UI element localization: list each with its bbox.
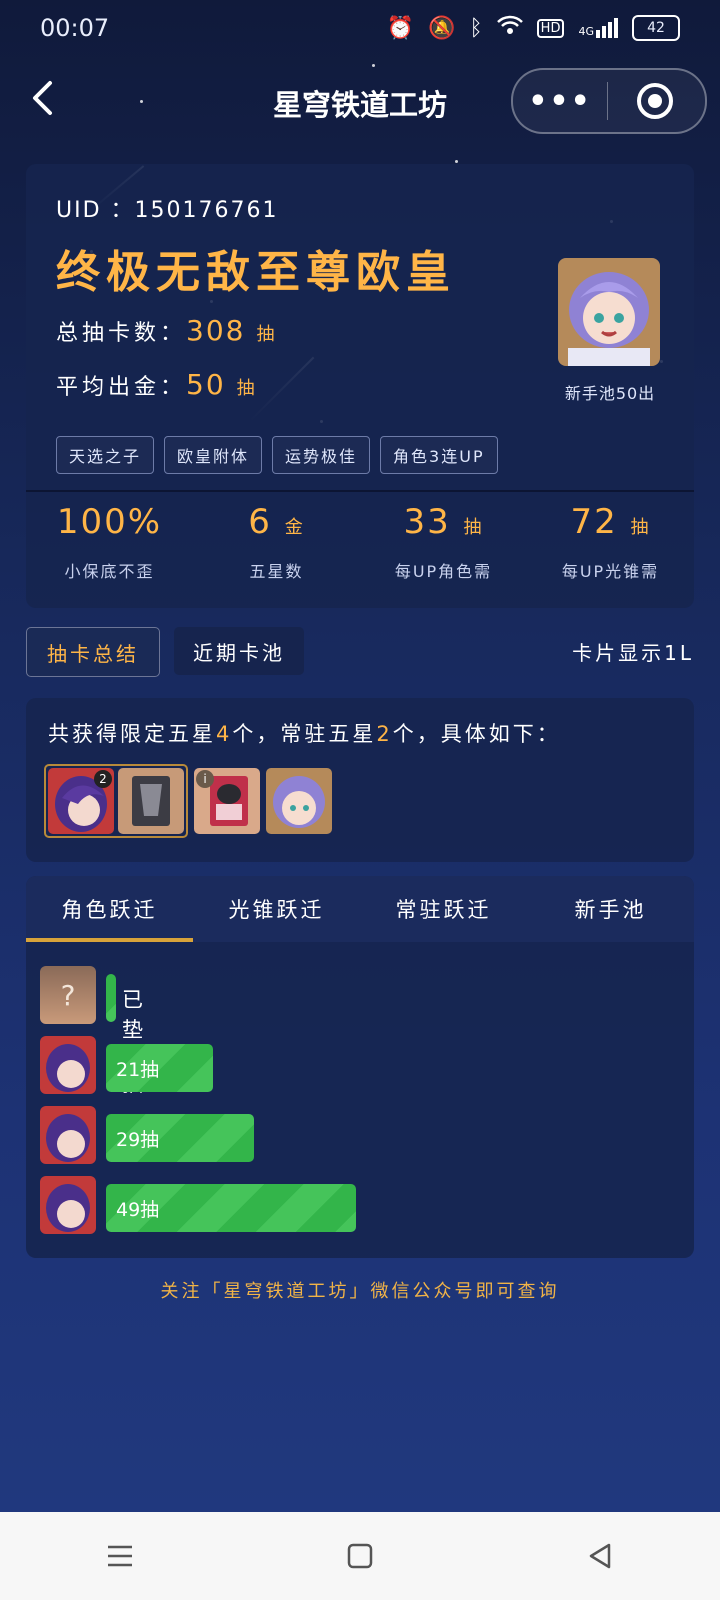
metric-unit: 抽	[463, 517, 484, 538]
home-icon	[347, 1543, 373, 1569]
menu-button[interactable]	[80, 1526, 160, 1586]
battery-level: 42	[647, 20, 665, 36]
home-button[interactable]	[320, 1526, 400, 1586]
card-divider	[26, 490, 694, 492]
pool-tab-bar: 角色跃迁 光锥跃迁 常驻跃迁 新手池	[26, 876, 694, 942]
avg-gold: 平均出金：50 抽	[56, 368, 259, 401]
total-pulls-label: 总抽卡数：	[56, 321, 187, 346]
limited-count: 4	[216, 722, 233, 746]
five-star-summary-card: 共获得限定五星4个，常驻五星2个，具体如下： 2 i	[26, 698, 694, 862]
recent-pools-button[interactable]: 近期卡池	[174, 627, 304, 675]
uid-label: UID ：	[56, 198, 135, 223]
summary-suffix: 个，具体如下：	[392, 722, 561, 746]
bluetooth-icon: ᛒ	[469, 15, 483, 41]
metric-value: 33	[403, 502, 451, 542]
avg-gold-unit: 抽	[236, 378, 259, 399]
pity-label: 49抽	[116, 1198, 160, 1221]
five-star-icons: 2 i	[44, 764, 332, 838]
clock: 00:07	[40, 14, 110, 42]
character-avatar	[40, 1176, 96, 1234]
standard-light-cone-thumbnail[interactable]: i	[194, 768, 260, 834]
pity-bar	[106, 974, 116, 1022]
view-switch-row: 抽卡总结 近期卡池 卡片显示1L	[26, 627, 694, 677]
summary-prefix: 共获得限定五星	[48, 722, 216, 746]
unknown-mark: ?	[60, 978, 76, 1012]
uid-text: UID ：150176761	[56, 192, 279, 224]
title-bar: 星穹铁道工坊 •••	[0, 64, 720, 134]
summary-tab-button[interactable]: 抽卡总结	[26, 627, 160, 677]
character-avatar	[40, 1106, 96, 1164]
metric-per-up-light-cone: 72 抽 每UP光锥需	[527, 502, 694, 582]
status-bar: 00:07 ⏰ 🔕 ᛒ HD 4G 42	[0, 0, 720, 56]
battery-icon: 42	[632, 15, 680, 41]
summary-text: 共获得限定五星4个，常驻五星2个，具体如下：	[48, 718, 561, 748]
rank-title: 终极无敌至尊欧皇	[56, 247, 456, 298]
tab-character-warp[interactable]: 角色跃迁	[26, 876, 193, 942]
uid-value: 150176761	[134, 198, 279, 223]
avg-gold-label: 平均出金：	[56, 375, 187, 400]
metric-value: 100%	[56, 502, 163, 542]
tag-3-up: 角色3连UP	[380, 436, 498, 474]
metric-label: 每UP角色需	[394, 562, 493, 581]
character-avatar	[40, 1036, 96, 1094]
avatar-caption: 新手池50出	[564, 384, 656, 403]
metric-label: 每UP光锥需	[561, 562, 660, 581]
profile-card: UID ：150176761 终极无敌至尊欧皇 总抽卡数：308 抽 平均出金：…	[26, 164, 694, 608]
mute-icon: 🔕	[428, 15, 456, 41]
light-cone-thumbnail[interactable]	[118, 768, 184, 834]
info-badge-icon: i	[196, 770, 214, 788]
wifi-icon	[496, 15, 523, 41]
standard-count: 2	[376, 722, 393, 746]
back-nav-button[interactable]	[560, 1526, 640, 1586]
metric-label: 小保底不歪	[64, 562, 155, 581]
target-icon	[637, 83, 673, 119]
pity-label: 29抽	[116, 1128, 160, 1151]
pity-bar: 29抽	[106, 1114, 254, 1162]
character-group[interactable]: 2	[44, 764, 188, 838]
avg-gold-value: 50	[186, 368, 226, 401]
metric-value: 6	[248, 502, 272, 542]
metric-unit: 抽	[630, 517, 651, 538]
metric-unit: 金	[284, 517, 305, 538]
metric-label: 五星数	[249, 562, 304, 581]
character-thumbnail[interactable]: 2	[48, 768, 114, 834]
tab-light-cone-warp[interactable]: 光锥跃迁	[193, 876, 360, 942]
alarm-icon: ⏰	[386, 15, 415, 41]
unknown-character-icon: ?	[40, 966, 96, 1024]
pity-bar: 21抽	[106, 1044, 213, 1092]
tab-newbie-pool[interactable]: 新手池	[527, 876, 694, 942]
system-nav-bar	[0, 1512, 720, 1600]
mini-program-capsule: •••	[511, 68, 707, 134]
4g-signal-icon: 4G	[578, 18, 618, 38]
pity-history-panel: 角色跃迁 光锥跃迁 常驻跃迁 新手池 ? 已垫2抽 21抽 29抽	[26, 876, 694, 1258]
newbie-character-thumbnail[interactable]	[266, 768, 332, 834]
tab-standard-warp[interactable]: 常驻跃迁	[360, 876, 527, 942]
close-mini-program-button[interactable]	[608, 71, 702, 131]
more-button[interactable]: •••	[513, 71, 607, 131]
card-display-toggle[interactable]: 卡片显示1L	[572, 637, 694, 666]
pity-bar: 49抽	[106, 1184, 356, 1232]
hd-icon: HD	[536, 18, 565, 38]
more-icon: •••	[528, 83, 592, 119]
metrics-row: 100% 小保底不歪 6 金 五星数 33 抽 每UP角色需 72 抽 每UP光…	[26, 502, 694, 582]
newbie-pool-avatar	[558, 258, 660, 366]
total-pulls: 总抽卡数：308 抽	[56, 314, 278, 347]
metric-value: 72	[570, 502, 618, 542]
metric-five-star-count: 6 金 五星数	[193, 502, 360, 582]
tag-list: 天选之子 欧皇附体 运势极佳 角色3连UP	[56, 436, 498, 474]
menu-icon	[108, 1545, 132, 1567]
metric-no-lose: 100% 小保底不歪	[26, 502, 193, 582]
summary-mid: 个，常驻五星	[232, 722, 377, 746]
total-pulls-value: 308	[186, 314, 246, 347]
tag-lucky: 欧皇附体	[164, 436, 263, 474]
tag-fortune: 运势极佳	[272, 436, 371, 474]
total-pulls-unit: 抽	[256, 324, 279, 345]
footer-note: 关注「星穹铁道工坊」微信公众号即可查询	[160, 1281, 560, 1302]
back-triangle-icon	[589, 1543, 611, 1569]
pity-label: 21抽	[116, 1058, 160, 1081]
eidolon-badge: 2	[94, 770, 112, 788]
metric-per-up-character: 33 抽 每UP角色需	[360, 502, 527, 582]
tag-chosen-one: 天选之子	[56, 436, 155, 474]
